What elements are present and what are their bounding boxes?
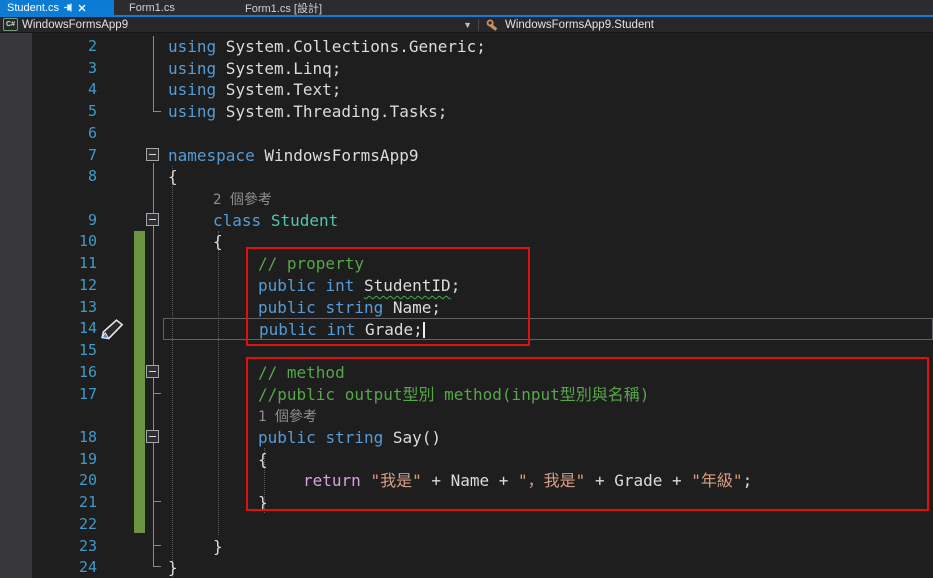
csharp-project-icon: C# bbox=[3, 18, 18, 31]
line-number[interactable]: 22 bbox=[0, 514, 97, 536]
fold-collapse-icon[interactable] bbox=[146, 429, 159, 443]
member-name: WindowsFormsApp9.Student bbox=[505, 18, 654, 31]
line-number[interactable]: 9 bbox=[0, 210, 97, 232]
code-token: WindowsFormsApp9 bbox=[254, 145, 419, 165]
code-line-row[interactable]: 2 using System.Collections.Generic; bbox=[0, 36, 933, 58]
code-token: using bbox=[168, 80, 217, 100]
code-line-row[interactable]: 4 using System.Text; bbox=[0, 79, 933, 101]
code-text: } bbox=[163, 536, 933, 558]
code-token: using bbox=[168, 102, 217, 122]
code-line-row[interactable]: 23} bbox=[0, 536, 933, 558]
code-token: using bbox=[168, 58, 217, 78]
vs-editor-window: Student.cs Form1.cs Form1.cs [設計] C# Win… bbox=[0, 0, 933, 578]
line-number[interactable]: 7 bbox=[0, 145, 97, 167]
line-number[interactable]: 14 bbox=[0, 318, 97, 340]
line-number[interactable]: 19 bbox=[0, 449, 97, 471]
tab-student-cs[interactable]: Student.cs bbox=[0, 0, 114, 15]
close-icon[interactable] bbox=[78, 4, 86, 12]
codelens-references-link[interactable]: 2 個參考 bbox=[163, 188, 933, 210]
code-line-row[interactable]: 3 using System.Linq; bbox=[0, 58, 933, 80]
project-dropdown[interactable]: C# WindowsFormsApp9 ▼ bbox=[0, 18, 478, 31]
line-number[interactable]: 20 bbox=[0, 470, 97, 492]
line-number[interactable]: 13 bbox=[0, 297, 97, 319]
code-token: System.Text; bbox=[216, 80, 342, 100]
code-line-row[interactable]: 9 class Student bbox=[0, 210, 933, 232]
code-token: using bbox=[168, 37, 217, 56]
line-number[interactable]: 2 bbox=[0, 36, 97, 58]
code-token: namespace bbox=[168, 145, 255, 165]
code-text: class Student bbox=[163, 210, 933, 232]
code-token: System.Linq; bbox=[216, 58, 342, 78]
line-number[interactable]: 18 bbox=[0, 427, 97, 449]
code-token: Student bbox=[270, 210, 339, 230]
fold-collapse-icon[interactable] bbox=[146, 147, 159, 161]
code-token: System.Collections.Generic; bbox=[216, 37, 486, 56]
code-text: } bbox=[163, 557, 933, 578]
pen-cursor-icon bbox=[96, 318, 128, 340]
tab-form1-cs-design[interactable]: Form1.cs [設計] bbox=[232, 0, 362, 15]
tab-label: Form1.cs [設計] bbox=[245, 2, 323, 15]
code-text: using System.Collections.Generic; bbox=[163, 36, 933, 58]
fold-collapse-icon[interactable] bbox=[146, 364, 159, 378]
member-dropdown[interactable]: WindowsFormsApp9.Student bbox=[486, 19, 654, 31]
line-number[interactable]: 10 bbox=[0, 231, 97, 253]
code-line-row[interactable]: 24} bbox=[0, 557, 933, 578]
code-token: } bbox=[213, 536, 223, 556]
code-token: System.Threading.Tasks; bbox=[216, 102, 448, 122]
code-text: { bbox=[163, 166, 933, 188]
line-number[interactable]: 24 bbox=[0, 557, 97, 578]
chevron-down-icon[interactable]: ▼ bbox=[463, 20, 472, 30]
code-line-row[interactable]: 22 bbox=[0, 514, 933, 536]
line-number[interactable]: 3 bbox=[0, 58, 97, 80]
code-token: { bbox=[213, 232, 223, 252]
annotation-box-property bbox=[246, 247, 530, 346]
codelens-row[interactable]: 2 個參考 bbox=[0, 188, 933, 210]
code-line-row[interactable]: 6 bbox=[0, 123, 933, 145]
line-number[interactable]: 8 bbox=[0, 166, 97, 188]
fold-collapse-icon[interactable] bbox=[146, 212, 159, 226]
tab-label: Form1.cs bbox=[129, 1, 175, 14]
line-number[interactable]: 12 bbox=[0, 275, 97, 297]
line-number[interactable]: 6 bbox=[0, 123, 97, 145]
code-line-row[interactable]: 5 using System.Threading.Tasks; bbox=[0, 101, 933, 123]
line-number[interactable]: 21 bbox=[0, 492, 97, 514]
code-line-row[interactable]: 8{ bbox=[0, 166, 933, 188]
line-number[interactable]: 5 bbox=[0, 101, 97, 123]
line-number[interactable]: 17 bbox=[0, 384, 97, 406]
wrench-icon bbox=[486, 19, 500, 31]
navbar-separator bbox=[478, 18, 479, 31]
code-editor[interactable]: 2 using System.Collections.Generic; 3 using… bbox=[0, 33, 933, 578]
code-token: { bbox=[168, 167, 178, 187]
line-number[interactable]: 15 bbox=[0, 340, 97, 362]
line-number[interactable]: 16 bbox=[0, 362, 97, 384]
code-text: using System.Text; bbox=[163, 79, 933, 101]
navigation-bar: C# WindowsFormsApp9 ▼ WindowsFormsApp9.S… bbox=[0, 17, 933, 33]
code-text: using System.Threading.Tasks; bbox=[163, 101, 933, 123]
code-token: class bbox=[213, 210, 262, 230]
line-number[interactable]: 11 bbox=[0, 253, 97, 275]
pin-icon[interactable] bbox=[63, 3, 73, 12]
tab-label: Student.cs bbox=[7, 1, 59, 14]
line-number[interactable]: 4 bbox=[0, 79, 97, 101]
annotation-box-method bbox=[246, 357, 929, 511]
code-line-row[interactable]: 7 namespace WindowsFormsApp9 bbox=[0, 145, 933, 167]
tab-form1-cs[interactable]: Form1.cs bbox=[118, 0, 218, 15]
line-number[interactable]: 23 bbox=[0, 536, 97, 558]
code-token: 2 個參考 bbox=[213, 192, 272, 209]
project-name: WindowsFormsApp9 bbox=[22, 18, 129, 31]
code-text: using System.Linq; bbox=[163, 58, 933, 80]
document-tab-bar: Student.cs Form1.cs Form1.cs [設計] bbox=[0, 0, 933, 15]
code-token: } bbox=[168, 558, 178, 578]
code-text: namespace WindowsFormsApp9 bbox=[163, 145, 933, 167]
